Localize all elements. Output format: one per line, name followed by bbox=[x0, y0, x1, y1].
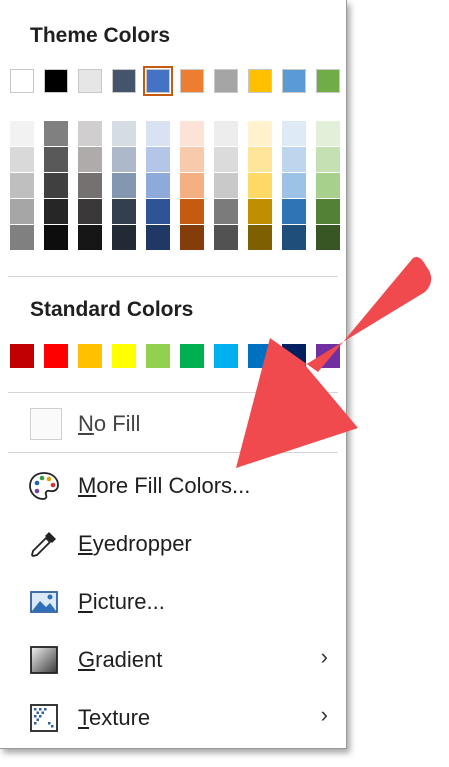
chevron-right-icon: › bbox=[320, 644, 328, 669]
theme-shade-swatch[interactable] bbox=[78, 147, 102, 172]
standard-color-swatch[interactable] bbox=[282, 344, 306, 368]
theme-shade-swatch[interactable] bbox=[180, 225, 204, 250]
theme-color-swatch[interactable] bbox=[282, 69, 306, 93]
theme-shade-swatch[interactable] bbox=[248, 225, 272, 250]
theme-shade-swatch[interactable] bbox=[282, 147, 306, 172]
theme-color-swatch[interactable] bbox=[143, 66, 173, 96]
standard-color-swatch[interactable] bbox=[248, 344, 272, 368]
chevron-right-icon: › bbox=[320, 702, 328, 727]
theme-shade-swatch[interactable] bbox=[44, 173, 68, 198]
theme-shade-swatch[interactable] bbox=[214, 147, 238, 172]
theme-shade-swatch[interactable] bbox=[10, 225, 34, 250]
separator bbox=[8, 392, 338, 393]
theme-shade-swatch[interactable] bbox=[10, 147, 34, 172]
theme-shade-swatch[interactable] bbox=[282, 199, 306, 224]
theme-color-swatch[interactable] bbox=[214, 69, 238, 93]
theme-shade-swatch[interactable] bbox=[10, 173, 34, 198]
theme-shade-swatch[interactable] bbox=[282, 173, 306, 198]
no-fill-swatch bbox=[30, 408, 62, 440]
theme-shade-swatch[interactable] bbox=[146, 225, 170, 250]
theme-shade-swatch[interactable] bbox=[248, 173, 272, 198]
theme-color-swatch[interactable] bbox=[44, 69, 68, 93]
standard-color-swatch[interactable] bbox=[44, 344, 68, 368]
theme-shade-swatch[interactable] bbox=[112, 173, 136, 198]
theme-shade-swatch[interactable] bbox=[146, 199, 170, 224]
theme-shade-swatch[interactable] bbox=[180, 199, 204, 224]
no-fill-label: No Fill bbox=[78, 411, 141, 436]
standard-color-swatch[interactable] bbox=[10, 344, 34, 368]
theme-shade-swatch[interactable] bbox=[248, 147, 272, 172]
theme-shade-swatch[interactable] bbox=[10, 199, 34, 224]
standard-color-swatch[interactable] bbox=[316, 344, 340, 368]
theme-shade-swatch[interactable] bbox=[282, 121, 306, 146]
eyedropper-label: Eyedropper bbox=[78, 531, 192, 556]
theme-shade-swatch[interactable] bbox=[78, 173, 102, 198]
theme-color-swatch[interactable] bbox=[248, 69, 272, 93]
standard-color-swatch[interactable] bbox=[146, 344, 170, 368]
standard-color-swatch[interactable] bbox=[78, 344, 102, 368]
theme-shade-swatch[interactable] bbox=[112, 121, 136, 146]
picture-icon bbox=[30, 591, 58, 613]
texture-icon bbox=[30, 704, 58, 732]
theme-shade-swatch[interactable] bbox=[316, 199, 340, 224]
standard-color-swatch[interactable] bbox=[112, 344, 136, 368]
picture-label: Picture... bbox=[78, 589, 165, 614]
gradient-label: Gradient bbox=[78, 647, 163, 672]
eyedropper-icon bbox=[31, 532, 56, 557]
theme-shade-swatch[interactable] bbox=[180, 147, 204, 172]
theme-shade-swatch[interactable] bbox=[44, 121, 68, 146]
standard-color-swatch[interactable] bbox=[180, 344, 204, 368]
theme-shade-swatch[interactable] bbox=[112, 147, 136, 172]
theme-shade-swatch[interactable] bbox=[180, 121, 204, 146]
fill-color-menu: Theme Colors Standard Colors No Fill Mor… bbox=[0, 0, 347, 749]
theme-shade-swatch[interactable] bbox=[112, 225, 136, 250]
gradient-icon bbox=[30, 646, 58, 674]
theme-shade-swatch[interactable] bbox=[316, 121, 340, 146]
standard-color-swatch[interactable] bbox=[214, 344, 238, 368]
theme-shade-swatch[interactable] bbox=[146, 173, 170, 198]
theme-shade-swatch[interactable] bbox=[78, 225, 102, 250]
theme-shade-swatch[interactable] bbox=[44, 199, 68, 224]
theme-color-swatch[interactable] bbox=[316, 69, 340, 93]
theme-color-swatch[interactable] bbox=[10, 69, 34, 93]
palette-icon bbox=[29, 472, 59, 500]
separator bbox=[8, 452, 338, 453]
theme-color-swatch[interactable] bbox=[78, 69, 102, 93]
theme-shade-swatch[interactable] bbox=[146, 121, 170, 146]
separator bbox=[8, 276, 338, 277]
gradient-item[interactable]: Gradient › bbox=[8, 636, 338, 684]
theme-shade-swatch[interactable] bbox=[112, 199, 136, 224]
theme-shade-swatch[interactable] bbox=[316, 173, 340, 198]
more-fill-colors-label: More Fill Colors... bbox=[78, 473, 251, 498]
theme-color-swatch[interactable] bbox=[112, 69, 136, 93]
texture-label: Texture bbox=[78, 705, 151, 730]
theme-shade-swatch[interactable] bbox=[180, 173, 204, 198]
standard-colors-heading: Standard Colors bbox=[30, 298, 194, 321]
no-fill-item[interactable]: No Fill bbox=[8, 400, 338, 448]
theme-shade-swatch[interactable] bbox=[282, 225, 306, 250]
theme-shade-swatch[interactable] bbox=[248, 199, 272, 224]
theme-shade-swatch[interactable] bbox=[214, 173, 238, 198]
theme-shade-swatch[interactable] bbox=[78, 199, 102, 224]
theme-shade-swatch[interactable] bbox=[146, 147, 170, 172]
eyedropper-item[interactable]: Eyedropper bbox=[8, 520, 338, 568]
theme-shade-swatch[interactable] bbox=[214, 199, 238, 224]
theme-color-swatch[interactable] bbox=[180, 69, 204, 93]
theme-shade-swatch[interactable] bbox=[44, 147, 68, 172]
theme-shade-swatch[interactable] bbox=[44, 225, 68, 250]
theme-shade-swatch[interactable] bbox=[78, 121, 102, 146]
theme-colors-heading: Theme Colors bbox=[30, 24, 171, 47]
theme-shade-swatch[interactable] bbox=[214, 225, 238, 250]
picture-item[interactable]: Picture... bbox=[8, 578, 338, 626]
theme-shade-swatch[interactable] bbox=[248, 121, 272, 146]
theme-shade-swatch[interactable] bbox=[214, 121, 238, 146]
theme-shade-swatch[interactable] bbox=[10, 121, 34, 146]
texture-item[interactable]: Texture › bbox=[8, 694, 338, 742]
theme-shade-swatch[interactable] bbox=[316, 147, 340, 172]
more-fill-colors-item[interactable]: More Fill Colors... bbox=[8, 462, 338, 510]
theme-shade-swatch[interactable] bbox=[316, 225, 340, 250]
